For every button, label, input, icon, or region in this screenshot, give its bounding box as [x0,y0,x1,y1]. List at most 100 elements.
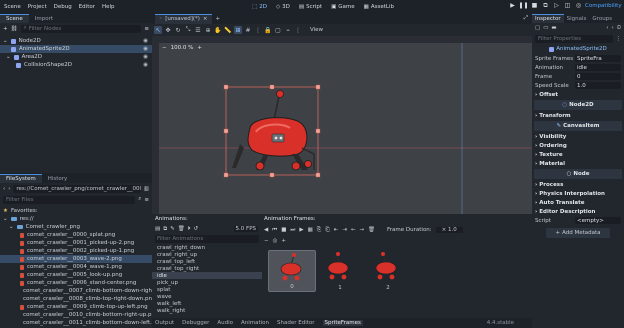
zoom-out-icon[interactable]: − [264,238,269,244]
list-select-icon[interactable]: ☰ [194,26,202,34]
workspace-script[interactable]: ▤ Script [299,4,322,10]
add-node-icon[interactable]: + [3,26,8,32]
search-icon[interactable]: ⌕ [138,196,141,203]
menu-help[interactable]: Help [102,4,115,10]
file-row[interactable]: comet_crawler__0009_climb-top-up-left.pn… [0,303,152,311]
new-resource-icon[interactable]: ▢ [535,25,540,31]
property-value[interactable]: idle [575,64,621,71]
visibility-eye-icon[interactable]: ◉ [143,38,148,44]
frame-2[interactable]: 2 [364,250,412,292]
insert-before-icon[interactable]: ⇤ [334,227,339,233]
move-right-icon[interactable]: → [359,227,364,233]
section-physics-interpolation[interactable]: › Physics Interpolation [532,189,624,198]
play-backwards-icon[interactable]: ◀ [264,227,268,233]
fps-field[interactable]: 5.0 FPS [233,226,258,232]
tree-node-node2d[interactable]: ⌄ Node2D ◉ [0,37,152,45]
property-value[interactable]: 1.0 [575,82,621,89]
section-ordering[interactable]: › Ordering [532,141,624,150]
play-icon[interactable]: ▶ [299,227,303,233]
grid-snap-icon[interactable]: # [244,26,252,34]
move-mode-icon[interactable]: ✥ [164,26,172,34]
snap-options-icon[interactable]: ⋮ [254,26,262,34]
tab-output[interactable]: Output [155,320,174,326]
class-canvasitem[interactable]: ✎ CanvasItem [534,121,622,131]
delete-frame-icon[interactable]: 🗑 [368,227,375,233]
file-row[interactable]: comet_crawler__0003_wave-2.png [0,255,152,263]
options-icon[interactable]: ⋮ [616,36,622,42]
workspace-assetlib[interactable]: ▦ AssetLib [364,4,394,10]
split-mode-icon[interactable]: ▥ [144,186,149,192]
animation-item[interactable]: crawl_right_down [152,244,262,251]
favorites-row[interactable]: ★ Favorites: [0,207,152,215]
loop-icon[interactable]: ↺ [194,226,199,232]
movie-icon[interactable]: ◎ [575,1,582,10]
frame-1[interactable]: 1 [316,250,364,292]
move-left-icon[interactable]: ← [351,227,356,233]
back-icon[interactable]: ‹ [3,186,5,192]
more-icon[interactable]: ⋮ [294,26,302,34]
tab-groups[interactable]: Groups [589,14,615,23]
zoom-level[interactable]: 100.0 % [171,45,194,51]
zoom-in-icon[interactable]: + [281,238,286,244]
filter-nodes-input[interactable]: ⌕ Filter Nodes [20,24,142,33]
sort-icon[interactable]: ≡ [144,197,149,203]
link-icon[interactable]: ⛓ [11,26,18,32]
file-row[interactable]: comet_crawler__0008_climb-top-right-down… [0,295,156,303]
section-material[interactable]: › Material [532,159,624,168]
animation-item[interactable]: crawl_top_right [152,265,262,272]
history-back-icon[interactable]: ‹ [606,25,608,31]
animation-item[interactable]: walk_right [152,307,262,314]
rotate-mode-icon[interactable]: ↻ [174,26,182,34]
animation-item[interactable]: crawl_top_left [152,258,262,265]
save-icon[interactable]: ▬ [551,25,556,31]
animation-item[interactable]: idle [152,272,262,279]
history-icon[interactable]: ⏲ [617,25,621,32]
select-mode-icon[interactable]: ↖ [154,26,162,34]
tab-spriteframes[interactable]: SpriteFrames [322,320,363,326]
2d-viewport[interactable]: − 100.0 % + [152,36,532,214]
close-icon[interactable]: × [203,16,208,22]
script-field[interactable]: <empty> [575,217,621,224]
play-start-icon[interactable]: ⏭ [290,227,295,234]
object-header[interactable]: AnimatedSprite2D [532,44,624,54]
paste-icon[interactable]: ⎗ [325,227,329,234]
tab-signals[interactable]: Signals [564,14,590,23]
file-row[interactable]: comet_crawler__0000_splat.png [0,231,152,239]
zoom-reset-icon[interactable]: ◎ [273,238,278,244]
rename-animation-icon[interactable]: ✎ [170,226,175,232]
file-row[interactable]: comet_crawler__0007_climb-bottom-down-ri… [0,287,166,295]
pan-icon[interactable]: ✋ [214,26,222,34]
tree-node-area2d[interactable]: ⌄ Area2D ◉ [0,53,152,61]
play-backwards-start-icon[interactable]: ⏮ [272,227,277,234]
viewport-canvas[interactable] [152,36,532,214]
smart-snap-icon[interactable]: ⊞ [234,26,242,34]
ruler-icon[interactable]: 📏 [224,26,232,34]
tab-history[interactable]: History [42,174,74,183]
frame-0[interactable]: 0 [268,250,316,292]
stop-icon[interactable]: ■ [281,227,286,233]
collapse-icon[interactable]: ⌄ [6,54,11,60]
add-tab-icon[interactable]: + [216,16,221,22]
path-field[interactable]: res://Comet_crawler_png/comet_crawler__0… [13,184,141,193]
file-row[interactable]: comet_crawler__0006_stand-center.png [0,279,152,287]
tree-node-animatedsprite2d[interactable]: AnimatedSprite2D ◉ [0,45,152,53]
collapse-icon[interactable]: ⌄ [3,38,8,44]
class-node2d[interactable]: ○ Node2D [534,100,622,110]
menu-project[interactable]: Project [28,4,47,10]
autoplay-icon[interactable]: ⏵ [188,226,191,233]
scale-mode-icon[interactable]: ⤡ [184,26,192,34]
animation-item[interactable]: splat [152,286,262,293]
delete-animation-icon[interactable]: 🗑 [178,226,185,232]
play-custom-icon[interactable]: ◫ [564,1,571,10]
stop-icon[interactable]: ■ [531,1,538,10]
file-row[interactable]: comet_crawler__0002_picked-up-1.png [0,247,152,255]
section-texture[interactable]: › Texture [532,150,624,159]
menu-editor[interactable]: Editor [79,4,95,10]
zoom-in-icon[interactable]: + [197,45,202,51]
property-value[interactable]: SpriteFra [575,55,621,62]
tree-node-collisionshape2d[interactable]: CollisionShape2D ◉ [0,61,152,69]
group-icon[interactable]: ▢ [274,26,282,34]
workspace-game[interactable]: ▣ Game [331,4,355,10]
animation-item[interactable]: walk_left [152,300,262,307]
new-animation-icon[interactable]: ▤ [155,226,160,232]
